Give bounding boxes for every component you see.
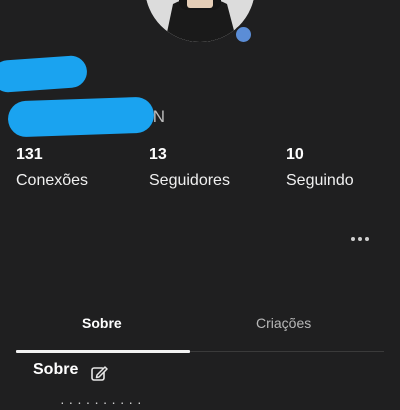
about-body-text-cutoff: · · · · · · · · · · xyxy=(60,394,142,410)
stat-following[interactable]: 10 Seguindo xyxy=(286,145,354,191)
online-status-indicator xyxy=(234,25,253,44)
stat-following-value: 10 xyxy=(286,146,304,163)
tab-active-indicator xyxy=(16,350,190,353)
profile-avatar[interactable] xyxy=(145,0,255,44)
stat-connections[interactable]: 131 Conexões xyxy=(16,145,88,191)
stat-followers-value: 13 xyxy=(149,146,167,163)
stat-following-label: Seguindo xyxy=(286,172,354,189)
tab-about[interactable]: Sobre xyxy=(82,315,122,331)
redaction-mark-username xyxy=(7,96,155,138)
redaction-mark-display-name xyxy=(0,54,89,94)
about-section-title: Sobre xyxy=(33,361,79,378)
more-horizontal-icon[interactable] xyxy=(351,234,373,244)
stat-connections-label: Conexões xyxy=(16,172,89,189)
stat-followers[interactable]: 13 Seguidores xyxy=(149,145,230,191)
stat-followers-label: Seguidores xyxy=(149,172,230,189)
stat-connections-value: 131 xyxy=(16,146,43,163)
tab-creations[interactable]: Criações xyxy=(256,315,311,331)
edit-pencil-icon[interactable] xyxy=(90,364,108,382)
